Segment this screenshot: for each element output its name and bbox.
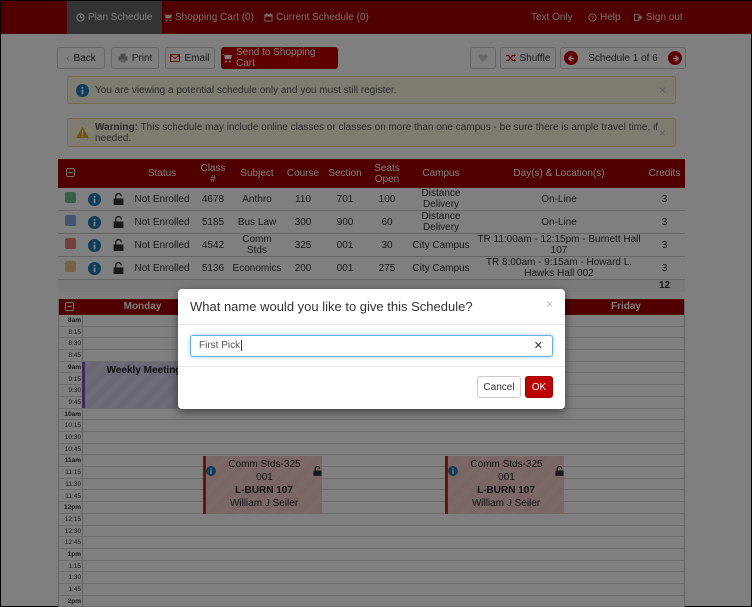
ok-button[interactable]: OK (525, 376, 553, 398)
dialog-body: First Pick ✕ (178, 325, 565, 367)
page: Plan Schedule Shopping Cart (0) Current … (1, 1, 752, 607)
name-schedule-dialog: What name would you like to give this Sc… (178, 289, 565, 409)
text-cursor (241, 339, 243, 351)
dialog-close-button[interactable]: × (546, 297, 553, 311)
clear-input-button[interactable]: ✕ (534, 339, 543, 352)
schedule-name-input[interactable]: First Pick (190, 335, 553, 357)
cancel-button[interactable]: Cancel (477, 376, 521, 398)
dialog-header: What name would you like to give this Sc… (178, 289, 565, 325)
dialog-footer: Cancel OK (178, 367, 565, 408)
dialog-title: What name would you like to give this Sc… (190, 299, 473, 314)
schedule-name-value: First Pick (199, 340, 241, 351)
